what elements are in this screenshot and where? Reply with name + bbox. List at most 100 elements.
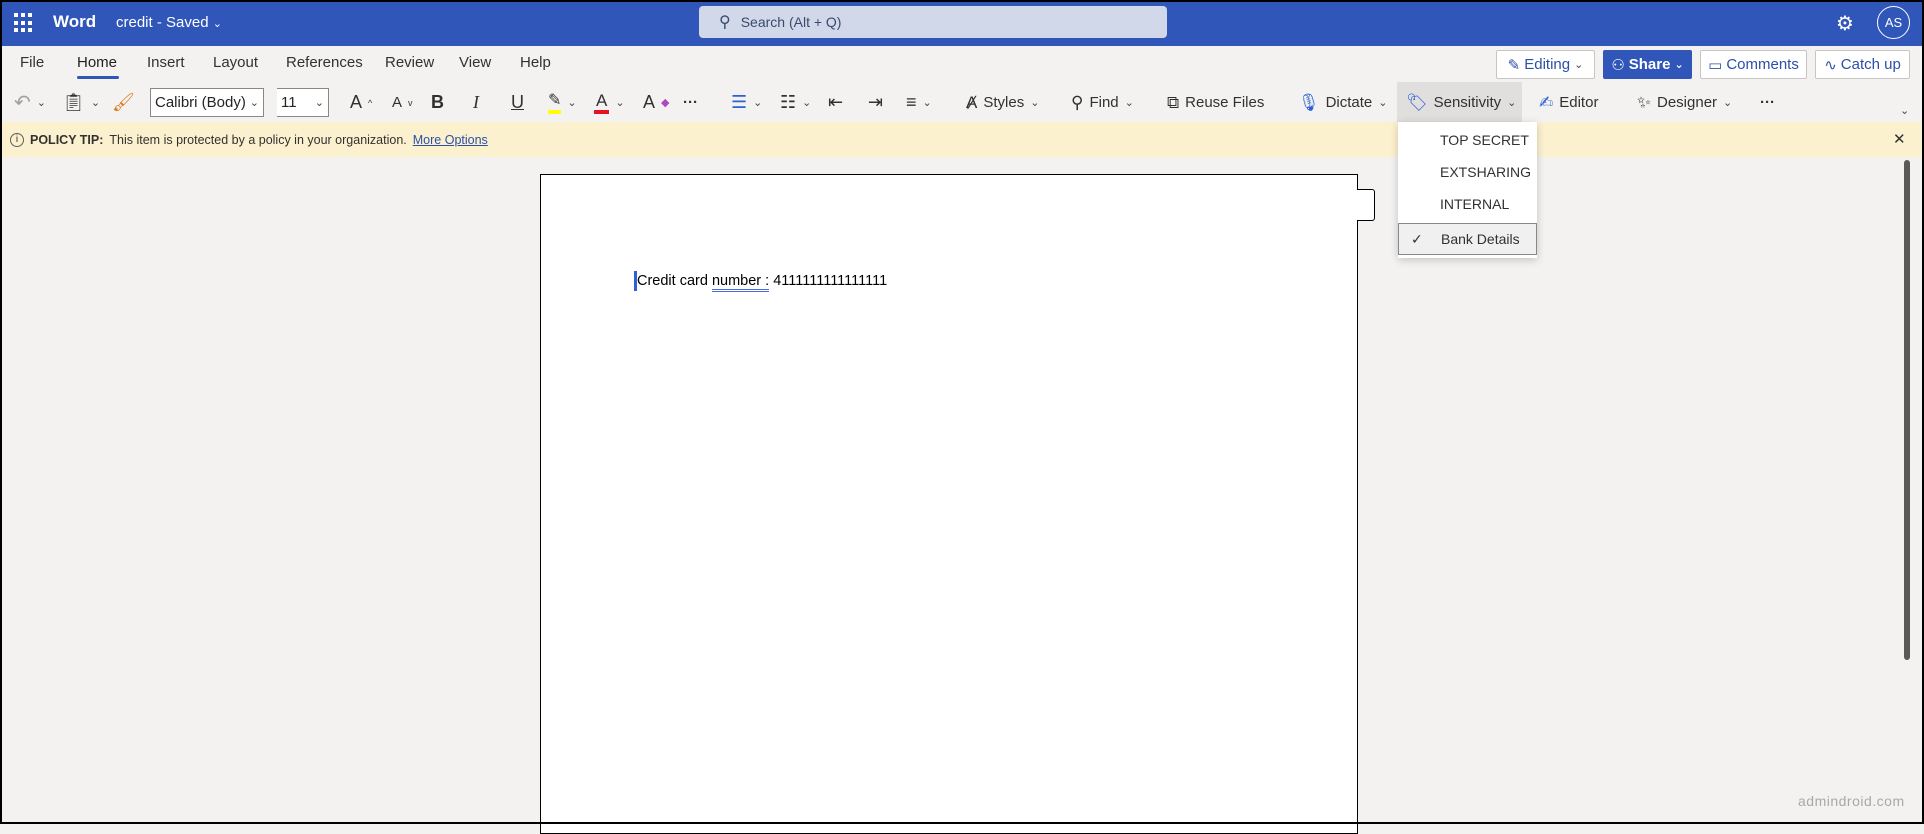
bullets-button[interactable]: ☰ ⌄ <box>731 86 762 119</box>
tab-help[interactable]: Help <box>520 54 551 71</box>
menu-item-extsharing[interactable]: EXTSHARING <box>1398 156 1537 188</box>
chevron-down-icon: ⌄ <box>90 97 101 109</box>
find-label: Find <box>1089 94 1119 111</box>
reuse-files-label: Reuse Files <box>1185 94 1265 111</box>
underline-button[interactable]: U <box>511 86 524 119</box>
font-name-value: Calibri (Body) <box>155 94 246 111</box>
format-painter-icon[interactable]: 🖌︎ <box>112 86 135 119</box>
numbering-button[interactable]: ☷ ⌄ <box>780 86 811 119</box>
highlighter-icon: ✎ <box>548 92 562 114</box>
avatar[interactable]: AS <box>1877 6 1910 39</box>
catch-up-label: Catch up <box>1840 56 1901 73</box>
doc-name: credit <box>116 14 153 31</box>
undo-button[interactable]: ↶ ⌄ <box>14 86 46 119</box>
chevron-down-icon: ⌄ <box>1378 97 1388 109</box>
tab-review[interactable]: Review <box>385 54 434 71</box>
undo-icon: ↶ <box>14 92 31 114</box>
search-icon: ⚲ <box>1071 92 1084 112</box>
styles-label: Styles <box>983 94 1025 111</box>
menu-item-internal[interactable]: INTERNAL <box>1398 188 1537 220</box>
catch-up-button[interactable]: ∿ Catch up <box>1815 50 1910 79</box>
font-name-select[interactable]: Calibri (Body) ⌄ <box>150 88 264 117</box>
menu-item-label: TOP SECRET <box>1440 132 1529 148</box>
vertical-scrollbar[interactable] <box>1904 160 1910 660</box>
align-button[interactable]: ≡ ⌄ <box>906 86 932 119</box>
editor-label: Editor <box>1559 94 1599 111</box>
grow-font-icon[interactable]: A ^ <box>350 86 372 119</box>
dictate-label: Dictate <box>1325 94 1373 111</box>
sensitivity-button[interactable]: 🏷︎ Sensitivity ⌄ <box>1406 86 1516 119</box>
share-label: Share <box>1628 56 1671 73</box>
menu-item-top-secret[interactable]: TOP SECRET <box>1398 124 1537 156</box>
text-segment: Credit card <box>637 273 712 289</box>
policy-tip-bar: i POLICY TIP: This item is protected by … <box>0 122 1924 157</box>
clear-formatting-icon[interactable]: A ◆ <box>643 86 669 119</box>
styles-icon: Ⱥ <box>966 92 978 112</box>
more-options-link[interactable]: More Options <box>413 133 488 147</box>
align-icon: ≡ <box>906 92 917 112</box>
tab-home[interactable]: Home <box>77 54 117 71</box>
chevron-down-icon: ⌄ <box>922 97 932 109</box>
menu-item-label: Bank Details <box>1441 231 1520 247</box>
reuse-files-button[interactable]: ⧉ Reuse Files <box>1167 86 1264 119</box>
decrease-indent-icon[interactable]: ⇤ <box>828 86 843 119</box>
flagged-text[interactable]: number : <box>711 273 770 292</box>
shrink-font-icon[interactable]: Av <box>392 86 413 119</box>
sensitivity-label-icon: 🏷︎ <box>1406 92 1428 112</box>
menu-item-label: EXTSHARING <box>1440 164 1532 180</box>
highlight-button[interactable]: ✎ ⌄ <box>548 86 577 119</box>
comments-button[interactable]: ▭ Comments <box>1700 50 1807 79</box>
menu-item-label: INTERNAL <box>1440 196 1510 212</box>
separator: - <box>156 14 162 31</box>
editor-button[interactable]: ✍ Editor <box>1539 86 1598 119</box>
chevron-down-icon: ⌄ <box>249 97 259 109</box>
find-button[interactable]: ⚲ Find ⌄ <box>1071 86 1134 119</box>
tab-references[interactable]: References <box>286 54 363 71</box>
italic-button[interactable]: I <box>473 86 479 119</box>
gear-icon[interactable]: ⚙ <box>1836 11 1854 36</box>
editing-button[interactable]: ✎ Editing ⌄ <box>1496 50 1595 79</box>
reuse-files-icon: ⧉ <box>1167 92 1180 112</box>
divider <box>0 270 1 300</box>
editing-label: Editing <box>1524 56 1571 73</box>
tab-layout[interactable]: Layout <box>213 54 258 71</box>
chevron-down-icon: ⌄ <box>36 97 46 109</box>
font-color-button[interactable]: A ⌄ <box>594 86 625 119</box>
sensitivity-label: Sensitivity <box>1433 94 1502 111</box>
chevron-down-icon: ⌄ <box>212 18 222 30</box>
bold-button[interactable]: B <box>431 86 444 119</box>
numbered-list-icon: ☷ <box>780 92 797 112</box>
styles-button[interactable]: Ⱥ Styles ⌄ <box>966 86 1039 119</box>
clipboard-icon: 📋︎ <box>62 92 85 112</box>
collapse-ribbon-chevron-icon[interactable]: ⌄ <box>1900 100 1909 120</box>
policy-tip-label: POLICY TIP: <box>30 132 104 147</box>
page-side-tab[interactable] <box>1357 189 1375 221</box>
tab-file[interactable]: File <box>20 54 44 71</box>
comments-label: Comments <box>1726 56 1799 73</box>
document-page[interactable]: Credit card number : 4111111111111111 <box>540 174 1358 834</box>
search-input[interactable]: ⚲ Search (Alt + Q) <box>699 6 1167 38</box>
share-button[interactable]: ⚇ Share ⌄ <box>1603 50 1692 79</box>
info-icon: i <box>10 132 24 147</box>
chevron-down-icon: ⌄ <box>1574 59 1584 71</box>
tab-view[interactable]: View <box>459 54 491 71</box>
font-size-select[interactable]: 11 ⌄ <box>277 88 329 117</box>
chevron-down-icon: ⌄ <box>1674 59 1684 71</box>
app-launcher-icon[interactable] <box>14 13 34 33</box>
watermark: admindroid.com <box>1798 793 1905 809</box>
designer-button[interactable]: ✨︎ Designer ⌄ <box>1637 86 1732 119</box>
paste-button[interactable]: 📋︎ ⌄ <box>62 86 100 119</box>
divider <box>0 210 1 240</box>
increase-indent-icon[interactable]: ⇥ <box>868 86 883 119</box>
document-title[interactable]: credit - Saved ⌄ <box>116 14 222 31</box>
more-font-options[interactable]: ··· <box>683 86 698 119</box>
tab-insert[interactable]: Insert <box>147 54 185 71</box>
microphone-icon: 🎙︎ <box>1298 92 1320 112</box>
more-options-button[interactable]: ··· <box>1760 86 1775 119</box>
app-name[interactable]: Word <box>53 12 96 32</box>
dictate-button[interactable]: 🎙︎ Dictate ⌄ <box>1298 86 1388 119</box>
menu-item-bank-details[interactable]: ✓ Bank Details <box>1398 223 1537 255</box>
close-icon[interactable]: ✕ <box>1893 130 1906 148</box>
chevron-down-icon: ⌄ <box>753 97 763 109</box>
document-text[interactable]: Credit card number : 4111111111111111 <box>637 273 887 292</box>
